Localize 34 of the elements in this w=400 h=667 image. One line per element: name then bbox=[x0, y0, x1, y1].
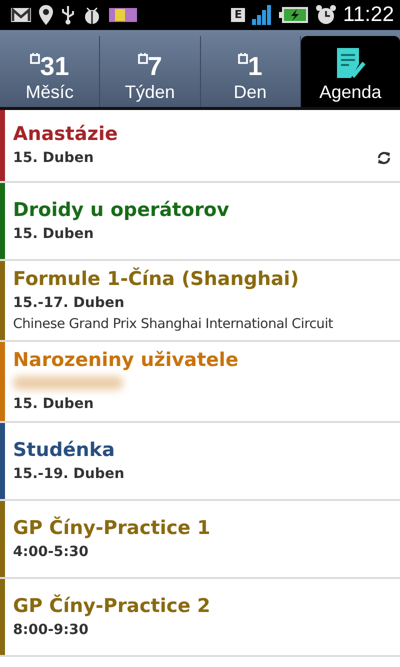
event-date: 15. Duben bbox=[13, 224, 94, 244]
signal-icon bbox=[251, 4, 273, 26]
event-date: 15.-17. Duben bbox=[13, 294, 124, 313]
clock-time: 11:22 bbox=[343, 3, 394, 27]
location-pin-icon bbox=[38, 4, 54, 26]
view-tab[interactable]: 31 Měsíc bbox=[0, 36, 100, 107]
event-date: 15. Duben bbox=[13, 395, 94, 414]
view-tab[interactable]: Agenda bbox=[300, 36, 400, 107]
event-title: GP Číny-Practice 1 bbox=[13, 516, 212, 540]
view-tab[interactable]: 7 Týden bbox=[100, 36, 200, 107]
event-date: 15.-19. Duben bbox=[13, 464, 124, 484]
event-title: Droidy u operátorov bbox=[13, 198, 230, 222]
bug-icon bbox=[82, 5, 102, 25]
mail-icon bbox=[10, 6, 32, 24]
agenda-event[interactable]: Formule 1-Čína (Shanghai) 15.-17. Duben Chinese Grand Prix Shanghai International Circuit bbox=[5, 261, 400, 340]
agenda-event[interactable]: Narozeniny uživatele 15. Duben bbox=[5, 342, 400, 421]
event-title: Formule 1-Čína (Shanghai) bbox=[13, 267, 300, 292]
agenda-event[interactable]: Droidy u operátorov 15. Duben bbox=[5, 183, 400, 259]
event-location: Chinese Grand Prix Shanghai International Circuit bbox=[13, 315, 334, 334]
event-title: GP Číny-Practice 2 bbox=[13, 594, 212, 618]
event-title: Studénka bbox=[13, 438, 116, 462]
agenda-event[interactable]: GP Číny-Practice 2 8:00-9:30 bbox=[5, 579, 400, 655]
event-title: Anastázie bbox=[13, 122, 119, 147]
usb-icon bbox=[60, 5, 76, 25]
event-title: Narozeniny uživatele bbox=[13, 348, 240, 373]
agenda-event[interactable]: GP Číny-Practice 1 4:00-5:30 bbox=[5, 501, 400, 577]
event-date: 15. Duben bbox=[13, 149, 94, 168]
event-date: 8:00-9:30 bbox=[13, 620, 88, 640]
agenda-event[interactable]: Anastázie 15. Duben bbox=[5, 110, 400, 181]
alarm-clock-icon bbox=[315, 4, 337, 26]
event-date: 4:00-5:30 bbox=[13, 542, 88, 562]
agenda-event[interactable]: Studénka 15.-19. Duben bbox=[5, 423, 400, 499]
data-network-indicator: E bbox=[231, 8, 245, 22]
battery-charging-icon bbox=[279, 6, 309, 24]
